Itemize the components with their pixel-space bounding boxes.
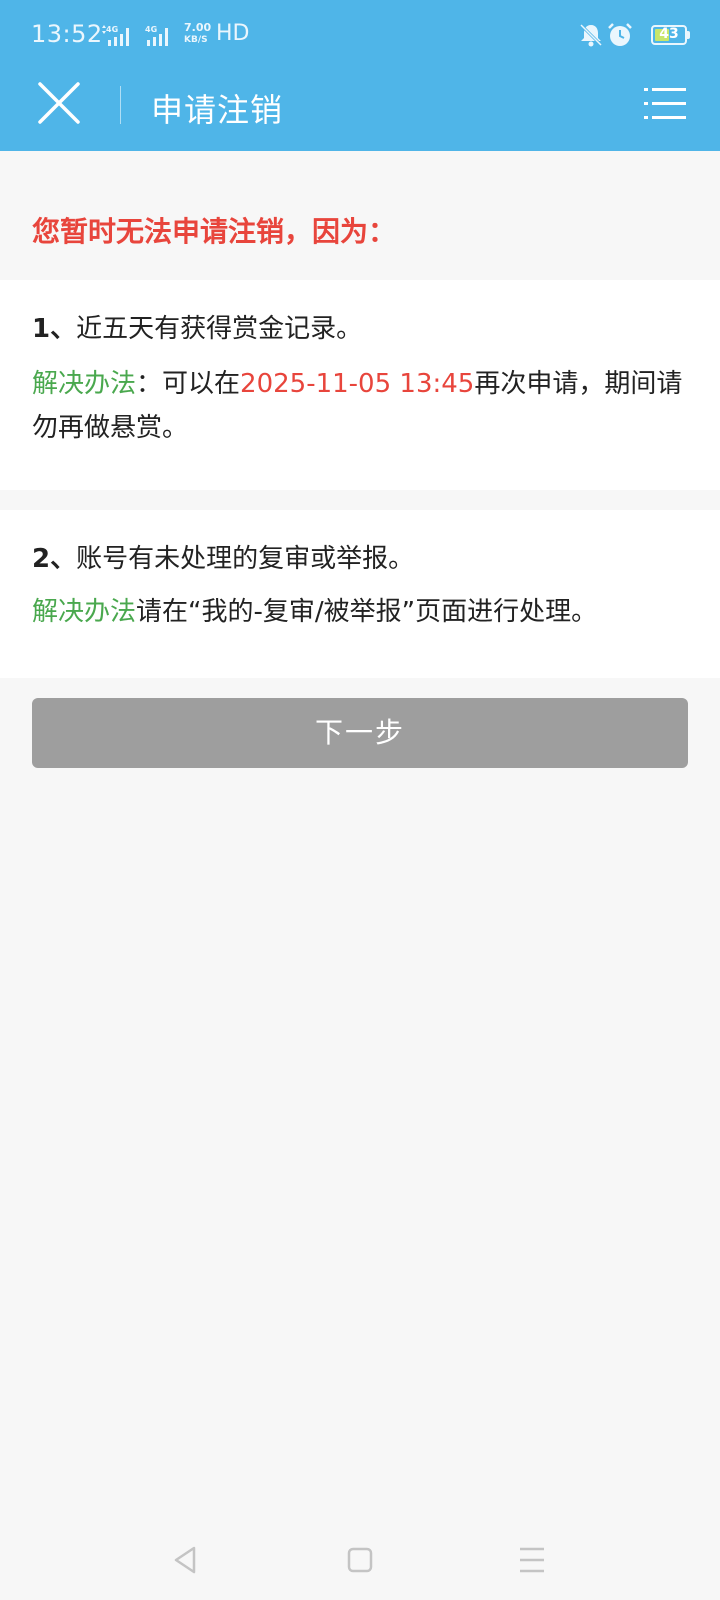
notice-text: 您暂时无法申请注销，因为：: [32, 215, 397, 248]
reason-text: 账号有未处理的复审或举报。: [76, 544, 415, 574]
status-time: 13:52: [31, 20, 103, 48]
home-square-icon[interactable]: [340, 1540, 380, 1580]
status-bar: 13:52 4G 4G 7.00 KB/S HD 43: [0, 0, 720, 72]
signal-strength-icon-2: 4G: [145, 25, 168, 46]
header-divider: [120, 86, 121, 124]
network-speed-unit: KB/S: [184, 35, 208, 45]
reason-title: 2、账号有未处理的复审或举报。: [32, 538, 414, 575]
solution-label: 解决办法: [32, 369, 137, 399]
menu-list-icon[interactable]: [640, 82, 690, 126]
battery-cap: [687, 31, 690, 39]
reason-card-1: 1、近五天有获得赏金记录。 解决办法：可以在2025-11-05 13:45再次…: [0, 280, 720, 490]
solution-date: 2025-11-05 13:45: [240, 369, 475, 399]
battery-level: 43: [659, 26, 679, 42]
app-header: 申请注销: [0, 72, 720, 151]
reason-solution: 解决办法请在“我的-复审/被举报”页面进行处理。: [32, 590, 692, 634]
back-triangle-icon[interactable]: [166, 1540, 206, 1580]
hd-indicator: HD: [216, 21, 250, 46]
network-speed-value: 7.00: [184, 21, 212, 34]
top-bar: 13:52 4G 4G 7.00 KB/S HD 43 申请注销: [0, 0, 720, 151]
next-step-button[interactable]: 下一步: [32, 698, 688, 768]
alarm-clock-icon: [608, 23, 632, 46]
signal-strength-icon: 4G: [102, 25, 129, 46]
signal-network-label: 4G: [145, 25, 157, 34]
reason-solution: 解决办法：可以在2025-11-05 13:45再次申请，期间请勿再做悬赏。: [32, 362, 692, 450]
battery-icon: 43: [651, 25, 687, 45]
mute-bell-icon: [579, 23, 603, 47]
reason-card-2: 2、账号有未处理的复审或举报。 解决办法请在“我的-复审/被举报”页面进行处理。: [0, 510, 720, 678]
network-speed: 7.00 KB/S: [184, 22, 211, 46]
reason-title: 1、近五天有获得赏金记录。: [32, 308, 362, 345]
solution-label: 解决办法: [32, 597, 137, 627]
solution-prefix: ：可以在: [136, 369, 241, 399]
reason-text: 近五天有获得赏金记录。: [76, 314, 363, 344]
signal-network-label: 4G: [106, 25, 118, 34]
reason-index: 1、: [32, 314, 77, 344]
recents-menu-icon[interactable]: [512, 1540, 552, 1580]
page-title: 申请注销: [151, 91, 284, 129]
close-icon[interactable]: [28, 74, 92, 138]
solution-rest: 请在“我的-复审/被举报”页面进行处理。: [136, 597, 598, 627]
reason-index: 2、: [32, 544, 77, 574]
